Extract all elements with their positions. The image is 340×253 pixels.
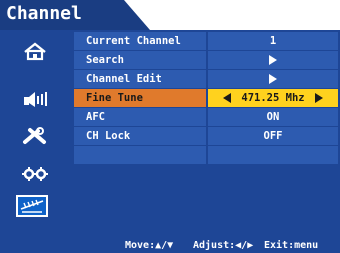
menu-panel: Current Channel 1 Search Channel Edit Fi… [0, 30, 340, 253]
row-value [208, 51, 338, 69]
arrow-right-icon[interactable] [314, 93, 323, 103]
menu-row-ch-lock[interactable]: CH Lock OFF [74, 127, 338, 145]
audio-icon[interactable] [21, 88, 49, 110]
title-tab: Channel [0, 0, 150, 30]
menu-row-search[interactable]: Search [74, 51, 338, 69]
row-value: 1 [269, 35, 277, 47]
hint-move-label: Move: [125, 240, 156, 251]
left-right-arrows-icon: ◀/▶ [235, 240, 254, 251]
row-value: OFF [263, 130, 283, 142]
row-value: ON [266, 111, 280, 123]
row-label: Search [86, 54, 124, 66]
home-antenna-icon[interactable] [21, 40, 49, 62]
menu-row-current-channel[interactable]: Current Channel 1 [74, 32, 338, 50]
menu-title: Channel [6, 3, 82, 24]
row-value[interactable]: 471.25 Mhz [208, 89, 338, 107]
channel-icon[interactable] [16, 195, 48, 217]
hint-move: Move:▲/▼ [125, 240, 173, 251]
arrow-left-icon[interactable] [223, 93, 232, 103]
arrow-right-icon [269, 55, 277, 65]
sidebar [0, 30, 70, 240]
up-down-arrows-icon: ▲/▼ [155, 240, 174, 251]
hint-exit: Exit:menu [264, 240, 319, 251]
menu-table: Current Channel 1 Search Channel Edit Fi… [74, 32, 338, 165]
arrow-right-icon [269, 74, 277, 84]
row-label: AFC [86, 111, 105, 123]
row-value [208, 70, 338, 88]
menu-row-fine-tune[interactable]: Fine Tune 471.25 Mhz [74, 89, 338, 107]
settings-icon[interactable] [21, 162, 49, 184]
menu-row-channel-edit[interactable]: Channel Edit [74, 70, 338, 88]
osd-menu: Channel Current Channel 1 Search Channel… [0, 0, 340, 253]
fine-tune-value: 471.25 Mhz [241, 92, 305, 104]
menu-row-empty [74, 146, 338, 164]
row-label [74, 146, 206, 164]
hint-adjust-label: Adjust: [193, 240, 236, 251]
row-label: Fine Tune [74, 89, 206, 107]
row-label: Current Channel [86, 35, 181, 47]
hint-adjust: Adjust:◀/▶ [193, 240, 253, 251]
tools-icon[interactable] [21, 125, 49, 147]
row-value [208, 146, 338, 164]
row-label: CH Lock [86, 130, 131, 142]
row-label: Channel Edit [86, 73, 162, 85]
footer-hints: Move:▲/▼ Adjust:◀/▶ Exit:menu [0, 240, 340, 253]
menu-row-afc[interactable]: AFC ON [74, 108, 338, 126]
